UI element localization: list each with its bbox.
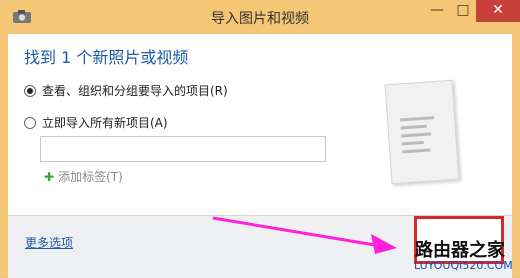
pointer-arrow-icon [212, 216, 397, 254]
page-title: 找到 1 个新照片或视频 [24, 48, 189, 67]
minimize-button[interactable]: — [424, 0, 450, 22]
option-import-all[interactable]: 立即导入所有新项目(A) [24, 114, 168, 131]
tag-input[interactable] [40, 136, 326, 162]
watermark-url: LUYOUQI520.COM [414, 259, 513, 272]
radio-import-all[interactable] [24, 116, 36, 129]
photo-thumbnail [384, 79, 460, 185]
dialog-content: 找到 1 个新照片或视频 查看、组织和分组要导入的项目(R) 立即导入所有新项目… [8, 34, 512, 215]
option-review-items[interactable]: 查看、组织和分组要导入的项目(R) [24, 82, 228, 99]
add-tag-icon: ✚ [44, 169, 55, 184]
option-import-all-label: 立即导入所有新项目(A) [42, 116, 168, 130]
option-review-label: 查看、组织和分组要导入的项目(R) [42, 84, 228, 98]
more-options-link[interactable]: 更多选项 [25, 234, 73, 251]
import-dialog-window: 导入图片和视频 — □ ✕ 找到 1 个新照片或视频 查看、组织和分组要导入的项… [0, 0, 520, 278]
radio-review-items[interactable] [24, 84, 36, 97]
add-tag-label: 添加标签(T) [58, 170, 123, 184]
close-button[interactable]: ✕ [476, 0, 520, 22]
title-bar[interactable]: 导入图片和视频 — □ ✕ [0, 0, 520, 34]
add-tag-link[interactable]: ✚ 添加标签(T) [44, 168, 123, 185]
maximize-button[interactable]: □ [450, 0, 476, 22]
